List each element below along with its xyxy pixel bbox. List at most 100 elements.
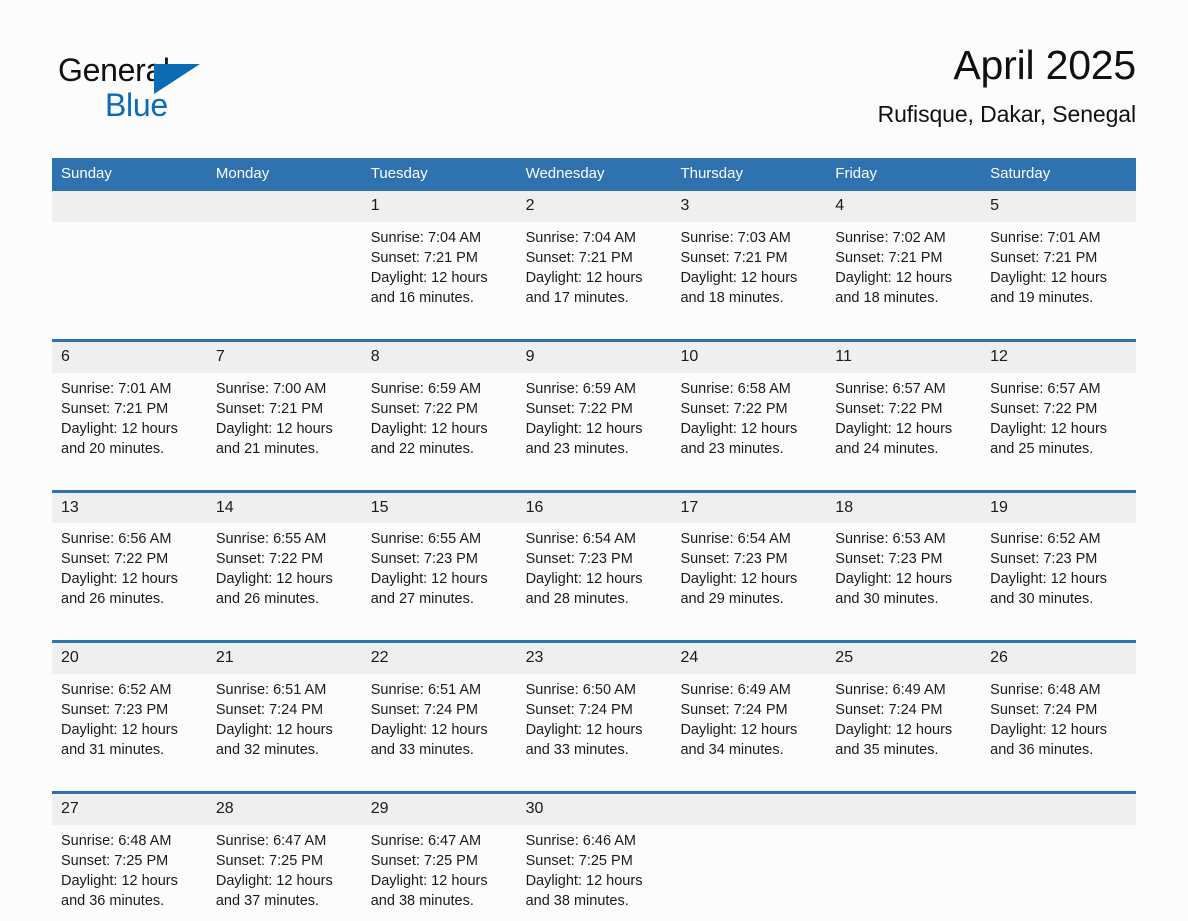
day-number[interactable]: 17: [671, 493, 826, 524]
day-cell[interactable]: Sunrise: 7:00 AM Sunset: 7:21 PM Daylight:…: [207, 373, 362, 469]
day-detail-row: Sunrise: 7:04 AM Sunset: 7:21 PM Daylight:…: [52, 221, 1136, 318]
day-cell[interactable]: Sunrise: 6:56 AM Sunset: 7:22 PM Daylight:…: [52, 523, 207, 619]
day-number[interactable]: 5: [981, 191, 1136, 222]
day-cell[interactable]: Sunrise: 6:49 AM Sunset: 7:24 PM Daylight:…: [826, 674, 981, 770]
day-cell[interactable]: Sunrise: 6:52 AM Sunset: 7:23 PM Daylight:…: [52, 674, 207, 770]
day-number[interactable]: 11: [826, 342, 981, 373]
day-number[interactable]: 30: [517, 794, 672, 825]
day-detail-line: Sunset: 7:24 PM: [835, 702, 943, 719]
day-cell[interactable]: Sunrise: 7:01 AM Sunset: 7:21 PM Daylight:…: [981, 222, 1136, 318]
day-number[interactable]: 2: [517, 191, 672, 222]
day-cell[interactable]: Sunrise: 6:57 AM Sunset: 7:22 PM Daylight:…: [826, 373, 981, 469]
day-number[interactable]: 28: [207, 794, 362, 825]
day-detail-line: and 37 minutes.: [215, 892, 320, 909]
day-cell[interactable]: Sunrise: 6:54 AM Sunset: 7:23 PM Daylight:…: [671, 523, 826, 619]
day-cell[interactable]: Sunrise: 6:51 AM Sunset: 7:24 PM Daylight:…: [362, 674, 517, 770]
day-number[interactable]: 15: [362, 493, 517, 524]
day-detail-line: and 35 minutes.: [835, 742, 939, 759]
calendar-week-row: 1 2 3 4 5 Sunrise: 7:04 AM Sunset: 7:21 PM Dayl…: [52, 191, 1136, 318]
day-detail-line: Sunrise: 6:47 AM: [370, 832, 482, 849]
day-number[interactable]: 14: [207, 493, 362, 524]
day-number[interactable]: 13: [52, 493, 207, 524]
day-detail-line: and 32 minutes.: [215, 742, 320, 759]
day-detail-line: and 20 minutes.: [61, 440, 165, 457]
day-cell[interactable]: Sunrise: 7:01 AM Sunset: 7:21 PM Daylight:…: [52, 373, 207, 469]
day-cell[interactable]: Sunrise: 6:51 AM Sunset: 7:24 PM Daylight:…: [207, 674, 362, 770]
day-cell[interactable]: Sunrise: 6:47 AM Sunset: 7:25 PM Daylight:…: [362, 825, 517, 921]
day-number[interactable]: 20: [52, 643, 207, 674]
day-detail-line: Sunrise: 6:49 AM: [680, 682, 791, 699]
day-detail-line: Daylight: 12 hours: [680, 722, 798, 739]
day-cell[interactable]: Sunrise: 6:57 AM Sunset: 7:22 PM Daylight:…: [981, 373, 1136, 469]
day-cell[interactable]: Sunrise: 7:04 AM Sunset: 7:21 PM Daylight:…: [517, 222, 672, 318]
day-number[interactable]: 6: [52, 342, 207, 373]
day-number[interactable]: 24: [671, 643, 826, 674]
day-detail-line: Sunrise: 6:59 AM: [525, 380, 636, 397]
day-cell[interactable]: Sunrise: 6:55 AM Sunset: 7:23 PM Daylight:…: [362, 523, 517, 619]
day-number[interactable]: 27: [52, 794, 207, 825]
day-detail-line: Daylight: 12 hours: [680, 420, 798, 437]
day-detail-line: Sunset: 7:21 PM: [525, 249, 633, 266]
calendar-week-row: 6 7 8 9 10 11 12 Sunrise: 7:01 AM Sunset: 7:21 P…: [52, 338, 1136, 469]
day-cell[interactable]: Sunrise: 6:50 AM Sunset: 7:24 PM Daylight:…: [517, 674, 672, 770]
day-number[interactable]: 12: [981, 342, 1136, 373]
day-cell[interactable]: Sunrise: 6:48 AM Sunset: 7:25 PM Daylight:…: [52, 825, 207, 921]
calendar-week-row: 13 14 15 16 17 18 19 Sunrise: 6:56 AM Sunset: 7:…: [52, 489, 1136, 620]
day-detail-line: Sunrise: 6:53 AM: [835, 531, 946, 548]
day-detail-line: Sunrise: 7:04 AM: [370, 229, 482, 246]
day-detail-line: Sunrise: 6:54 AM: [680, 531, 791, 548]
weekday-header-sunday: Sunday: [61, 165, 112, 182]
day-number[interactable]: 1: [362, 191, 517, 222]
day-detail-line: Sunrise: 7:04 AM: [525, 229, 636, 246]
day-cell[interactable]: Sunrise: 6:53 AM Sunset: 7:23 PM Daylight:…: [826, 523, 981, 619]
day-cell[interactable]: Sunrise: 6:55 AM Sunset: 7:22 PM Daylight:…: [207, 523, 362, 619]
day-cell[interactable]: Sunrise: 7:03 AM Sunset: 7:21 PM Daylight:…: [671, 222, 826, 318]
day-number[interactable]: 26: [981, 643, 1136, 674]
day-detail-line: Sunset: 7:23 PM: [990, 551, 1098, 568]
day-detail-line: Daylight: 12 hours: [525, 571, 643, 588]
day-cell[interactable]: Sunrise: 7:02 AM Sunset: 7:21 PM Daylight:…: [826, 222, 981, 318]
day-number[interactable]: 22: [362, 643, 517, 674]
day-number-row: 20 21 22 23 24 25 26: [52, 643, 1136, 675]
day-detail-line: and 38 minutes.: [370, 892, 474, 909]
day-cell[interactable]: Sunrise: 6:46 AM Sunset: 7:25 PM Daylight:…: [517, 825, 672, 921]
day-cell[interactable]: Sunrise: 7:04 AM Sunset: 7:21 PM Daylight:…: [362, 222, 517, 318]
day-detail-line: Daylight: 12 hours: [61, 872, 178, 889]
day-cell[interactable]: Sunrise: 6:59 AM Sunset: 7:22 PM Daylight:…: [362, 373, 517, 469]
day-number[interactable]: 10: [671, 342, 826, 373]
day-number[interactable]: 18: [826, 493, 981, 524]
day-number[interactable]: 8: [362, 342, 517, 373]
day-cell-empty: [207, 222, 362, 318]
day-detail-line: Sunrise: 6:55 AM: [215, 531, 327, 548]
day-cell[interactable]: Sunrise: 6:48 AM Sunset: 7:24 PM Daylight:…: [981, 674, 1136, 770]
day-cell[interactable]: Sunrise: 6:58 AM Sunset: 7:22 PM Daylight:…: [671, 373, 826, 469]
day-detail-line: Sunset: 7:23 PM: [835, 551, 943, 568]
day-number[interactable]: 4: [826, 191, 981, 222]
day-number[interactable]: 3: [671, 191, 826, 222]
day-detail-line: and 18 minutes.: [835, 289, 939, 306]
day-cell[interactable]: Sunrise: 6:49 AM Sunset: 7:24 PM Daylight:…: [671, 674, 826, 770]
day-detail-line: Sunrise: 6:51 AM: [370, 682, 482, 699]
day-detail-line: Sunset: 7:24 PM: [680, 702, 788, 719]
day-number[interactable]: 23: [517, 643, 672, 674]
day-cell[interactable]: Sunrise: 6:59 AM Sunset: 7:22 PM Daylight:…: [517, 373, 672, 469]
day-number[interactable]: 16: [517, 493, 672, 524]
day-number[interactable]: 25: [826, 643, 981, 674]
day-number[interactable]: 19: [981, 493, 1136, 524]
day-number[interactable]: 9: [517, 342, 672, 373]
day-cell-empty: [671, 825, 826, 921]
day-detail-line: Daylight: 12 hours: [835, 571, 953, 588]
day-detail-line: Sunset: 7:22 PM: [61, 551, 169, 568]
day-detail-line: Sunrise: 6:50 AM: [525, 682, 636, 699]
day-number[interactable]: 29: [362, 794, 517, 825]
day-cell[interactable]: Sunrise: 6:54 AM Sunset: 7:23 PM Daylight:…: [517, 523, 672, 619]
day-number[interactable]: 21: [207, 643, 362, 674]
day-cell[interactable]: Sunrise: 6:52 AM Sunset: 7:23 PM Daylight:…: [981, 523, 1136, 619]
day-detail-line: Sunrise: 6:55 AM: [370, 531, 482, 548]
day-detail-line: Sunrise: 6:59 AM: [370, 380, 482, 397]
day-detail-line: and 23 minutes.: [680, 440, 784, 457]
general-blue-logo[interactable]: General Blue: [58, 52, 258, 136]
day-detail-line: Daylight: 12 hours: [370, 872, 488, 889]
day-cell[interactable]: Sunrise: 6:47 AM Sunset: 7:25 PM Daylight:…: [207, 825, 362, 921]
day-number[interactable]: 7: [207, 342, 362, 373]
